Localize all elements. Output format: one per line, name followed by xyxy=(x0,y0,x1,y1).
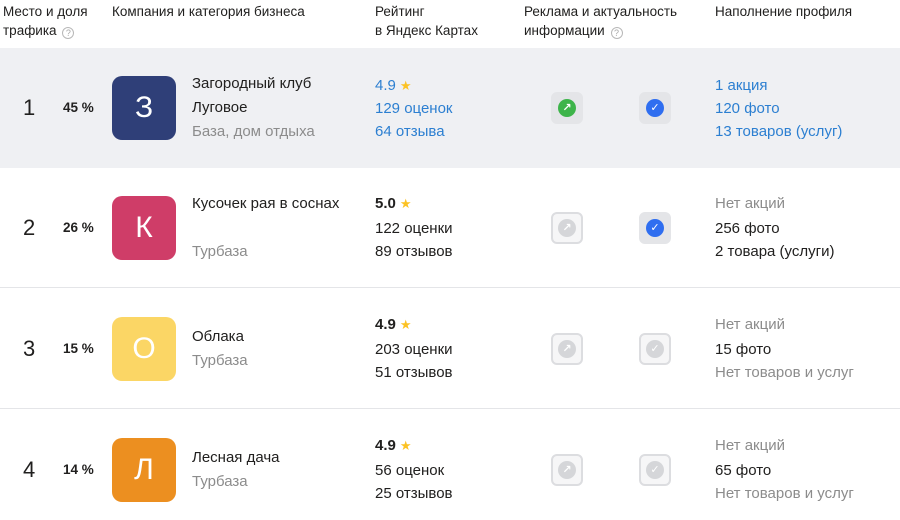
verified-badge[interactable]: ✓ xyxy=(639,92,671,124)
company-avatar: К xyxy=(112,196,176,260)
company-category: Турбаза xyxy=(192,243,248,260)
company-name[interactable]: Загородный клуб Луговое xyxy=(192,72,342,120)
rating-number: 4.9 xyxy=(375,437,396,454)
rating-number: 4.9 xyxy=(375,316,396,333)
header-ads-sublabel: информации xyxy=(524,23,605,38)
company-name[interactable]: Кусочек рая в соснах xyxy=(192,192,342,216)
promo-count: Нет акций xyxy=(715,437,785,454)
place-number: 1 xyxy=(23,95,36,120)
traffic-share: 45 % xyxy=(63,100,94,115)
photos-count: 15 фото xyxy=(715,341,772,358)
photos-link[interactable]: 120 фото xyxy=(715,97,780,120)
rating-number: 5.0 xyxy=(375,195,396,212)
promo-link[interactable]: 1 акция xyxy=(715,74,768,97)
rating-value: 4.9 ★ xyxy=(375,313,412,336)
arrow-up-right-icon: ↗ xyxy=(558,461,576,479)
ad-inactive-badge[interactable]: ↗ xyxy=(551,212,583,244)
rating-value[interactable]: 4.9 ★ xyxy=(375,74,412,97)
company-name[interactable]: Облака xyxy=(192,325,342,349)
company-name[interactable]: Лесная дача xyxy=(192,446,342,470)
header-rating-label: Рейтинг xyxy=(375,4,425,19)
table-row[interactable]: 4 14 % Л Лесная дача Турбаза 4.9 ★ 56 оце… xyxy=(0,410,900,520)
header-profile: Наполнение профиля xyxy=(715,4,853,19)
ad-inactive-badge[interactable]: ↗ xyxy=(551,454,583,486)
table-row[interactable]: 1 45 % З Загородный клуб Луговое База, д… xyxy=(0,48,900,168)
goods-count: 2 товара (услуги) xyxy=(715,243,835,260)
goods-count: Нет товаров и услуг xyxy=(715,485,854,502)
ratings-count-link[interactable]: 129 оценок xyxy=(375,97,453,120)
header-traffic-label: трафика xyxy=(3,23,57,38)
place-number: 3 xyxy=(23,336,36,361)
rating-number: 4.9 xyxy=(375,77,396,94)
arrow-up-right-icon: ↗ xyxy=(558,219,576,237)
star-icon: ★ xyxy=(399,196,412,211)
table-header: Место и доля трафика ? Компания и катего… xyxy=(0,0,900,48)
header-rating-sublabel: в Яндекс Картах xyxy=(375,23,478,38)
photos-count: 65 фото xyxy=(715,462,772,479)
company-category: База, дом отдыха xyxy=(192,123,315,140)
question-circle-icon[interactable]: ? xyxy=(610,27,623,39)
question-circle-icon[interactable]: ? xyxy=(62,27,75,39)
reviews-count: 89 отзывов xyxy=(375,243,453,260)
unverified-badge[interactable]: ✓ xyxy=(639,333,671,365)
unverified-badge[interactable]: ✓ xyxy=(639,454,671,486)
arrow-up-right-icon: ↗ xyxy=(558,99,576,117)
rating-value: 4.9 ★ xyxy=(375,434,412,457)
header-company: Компания и категория бизнеса xyxy=(112,4,305,19)
ad-inactive-badge[interactable]: ↗ xyxy=(551,333,583,365)
traffic-share: 15 % xyxy=(63,341,94,356)
ad-active-badge[interactable]: ↗ xyxy=(551,92,583,124)
table-row[interactable]: 3 15 % О Облака Турбаза 4.9 ★ 203 оценки … xyxy=(0,289,900,409)
header-ads-label: Реклама и актуальность xyxy=(524,4,678,19)
promo-count: Нет акций xyxy=(715,316,785,333)
company-avatar: О xyxy=(112,317,176,381)
traffic-share: 26 % xyxy=(63,220,94,235)
check-icon: ✓ xyxy=(646,340,664,358)
place-number: 4 xyxy=(23,457,36,482)
verified-check-icon: ✓ xyxy=(646,219,664,237)
company-avatar: З xyxy=(112,76,176,140)
photos-count: 256 фото xyxy=(715,220,780,237)
verified-check-icon: ✓ xyxy=(646,99,664,117)
arrow-up-right-icon: ↗ xyxy=(558,340,576,358)
company-avatar: Л xyxy=(112,438,176,502)
star-icon: ★ xyxy=(399,78,412,93)
star-icon: ★ xyxy=(399,438,412,453)
traffic-share: 14 % xyxy=(63,462,94,477)
ratings-count: 203 оценки xyxy=(375,341,453,358)
reviews-count: 25 отзывов xyxy=(375,485,453,502)
header-ads: Реклама и актуальность информации ? xyxy=(524,2,704,40)
goods-link[interactable]: 13 товаров (услуг) xyxy=(715,120,842,143)
header-place-label: Место и доля xyxy=(3,4,88,19)
promo-count: Нет акций xyxy=(715,195,785,212)
header-rating: Рейтинг в Яндекс Картах xyxy=(375,2,505,40)
reviews-link[interactable]: 64 отзыва xyxy=(375,120,445,143)
check-icon: ✓ xyxy=(646,461,664,479)
table-row[interactable]: 2 26 % К Кусочек рая в соснах Турбаза 5.… xyxy=(0,168,900,288)
company-category: Турбаза xyxy=(192,473,248,490)
goods-count: Нет товаров и услуг xyxy=(715,364,854,381)
verified-badge[interactable]: ✓ xyxy=(639,212,671,244)
place-number: 2 xyxy=(23,215,36,240)
rating-value: 5.0 ★ xyxy=(375,192,412,215)
ratings-count: 56 оценок xyxy=(375,462,445,479)
company-category: Турбаза xyxy=(192,352,248,369)
ratings-count: 122 оценки xyxy=(375,220,453,237)
star-icon: ★ xyxy=(399,317,412,332)
header-place-share: Место и доля трафика ? xyxy=(3,2,103,40)
reviews-count: 51 отзывов xyxy=(375,364,453,381)
